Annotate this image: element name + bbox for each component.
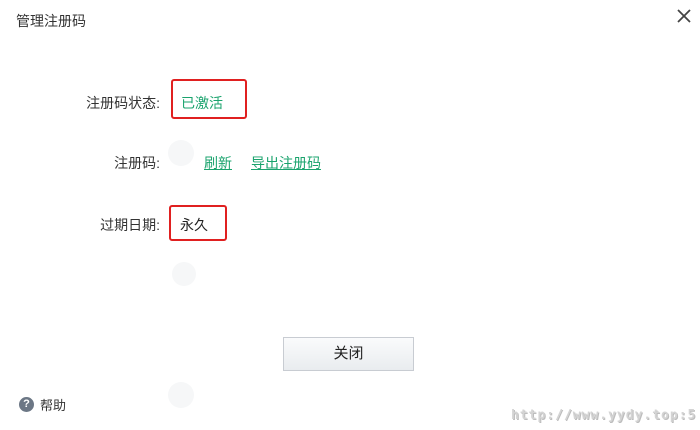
- help-link[interactable]: ? 帮助: [19, 395, 66, 414]
- close-icon[interactable]: [674, 6, 694, 26]
- expiry-value: 永久: [180, 217, 208, 233]
- export-code-link[interactable]: 导出注册码: [251, 153, 321, 173]
- background-ghost: [172, 262, 196, 286]
- status-label: 注册码状态:: [86, 95, 160, 111]
- code-label: 注册码:: [114, 155, 160, 171]
- expiry-label: 过期日期:: [100, 217, 160, 233]
- background-ghost: [168, 382, 194, 408]
- register-code-dialog: 管理注册码 注册码状态: 已激活 注册码: 刷新 导出注册码 过期日期: 永久 …: [0, 0, 700, 430]
- background-ghost: [168, 140, 194, 166]
- dialog-title: 管理注册码: [16, 13, 86, 29]
- close-button[interactable]: 关闭: [283, 337, 414, 371]
- watermark-text: http://www.yydy.top:5: [511, 408, 697, 423]
- refresh-link[interactable]: 刷新: [204, 153, 232, 173]
- status-value: 已激活: [181, 95, 223, 111]
- question-icon: ?: [19, 397, 34, 412]
- help-label: 帮助: [40, 398, 67, 413]
